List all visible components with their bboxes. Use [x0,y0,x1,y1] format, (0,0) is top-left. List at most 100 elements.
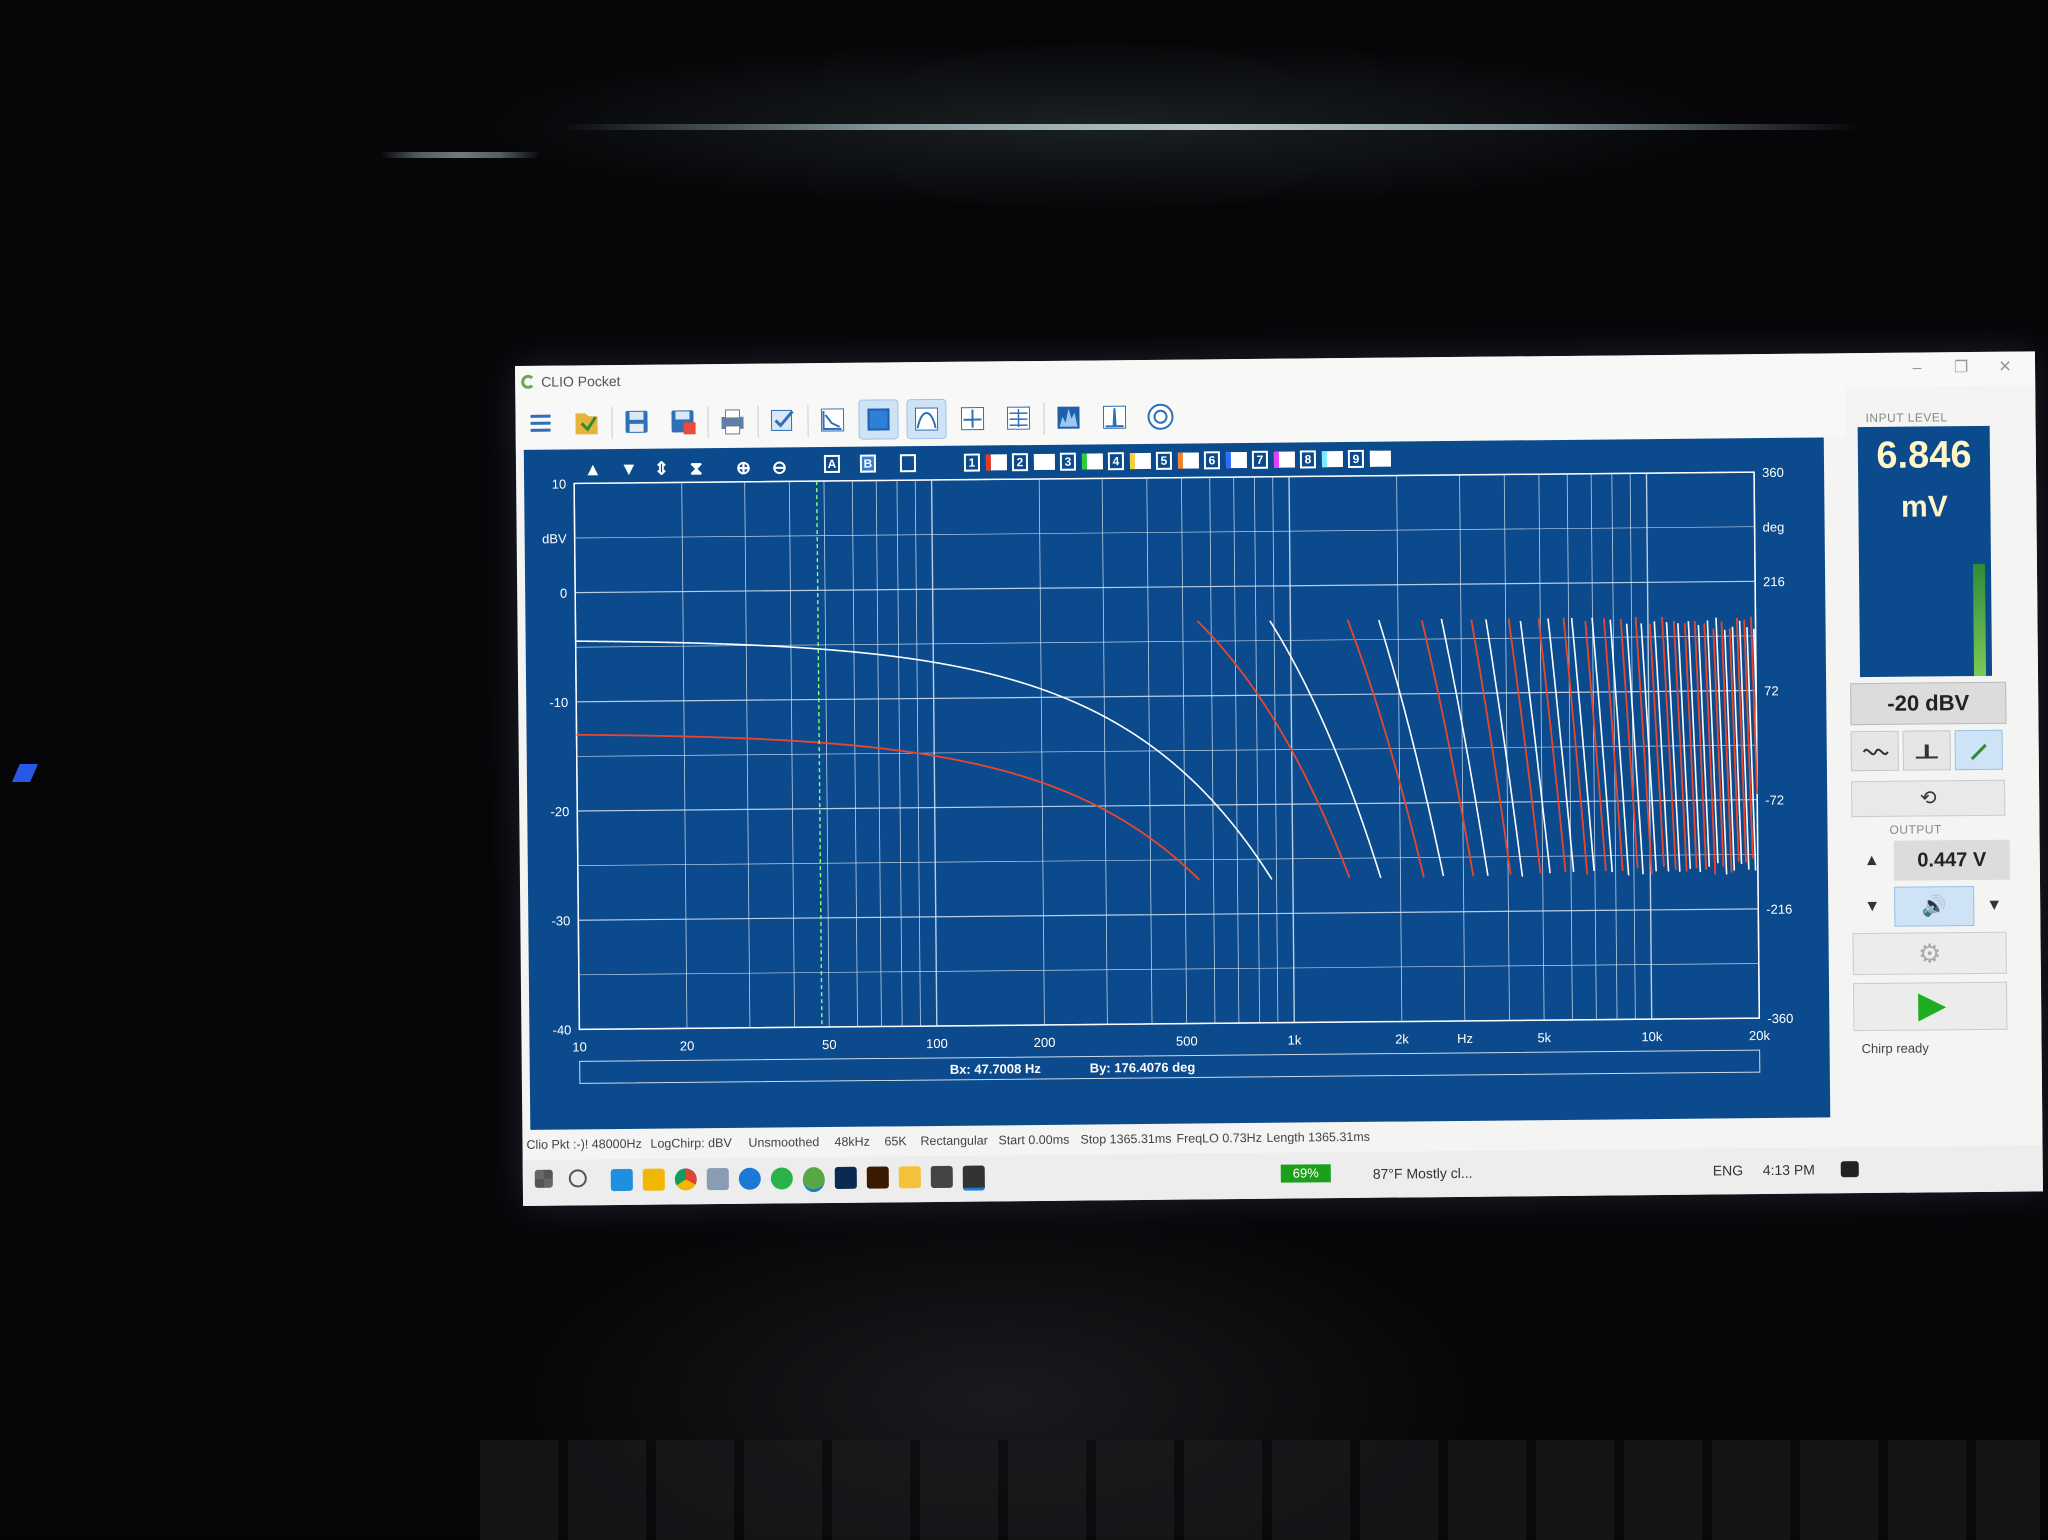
store-icon[interactable] [930,1165,953,1189]
status-start: Start 0.00ms [998,1132,1070,1148]
file-explorer-icon[interactable] [898,1166,921,1189]
chart-plot: 10 20 50 100 200 500 1k 2k 5k 10k 20kHz100-10-20-3… [542,465,1793,1084]
mic-mode-button[interactable] [1954,729,2003,771]
x-tick-label: 50 [822,1037,837,1052]
app-bird-icon[interactable] [706,1167,729,1191]
output-label: OUTPUT [1889,822,1942,837]
output-level-value: 0.447 V [1893,839,2010,881]
measurement-graph[interactable]: ▲ ▼ ⇕ ⧗ ⊕ ⊖ A B 123456789 10 20 50 100 200 50… [523,437,1831,1130]
window-title: CLIO Pocket [541,372,621,390]
x-tick-label: 2k [1395,1031,1409,1046]
speaker-output-button[interactable]: 🔊 [1894,886,1975,927]
search-icon[interactable] [568,1169,587,1188]
x-tick-label: 10 [572,1039,587,1054]
output-menu-button[interactable]: ▼ [1976,886,2012,926]
illustrator-icon[interactable] [866,1166,889,1189]
input-range-button[interactable]: -20 dBV [1850,681,2007,726]
x-tick-label: 10k [1641,1029,1663,1044]
weather-widget[interactable]: 87°F Mostly cl... [1373,1165,1473,1182]
open-file-icon[interactable] [567,403,605,441]
save-icon[interactable] [617,403,655,441]
play-button[interactable] [1852,981,2008,1032]
y2-tick-label: -360 [1767,1011,1793,1026]
y-axis-label: dBV [542,531,567,546]
close-button[interactable]: ✕ [1987,356,2023,380]
peak-icon[interactable] [1095,398,1133,436]
measurement-status: Chirp ready [1861,1040,1929,1057]
y2-tick-label: 360 [1762,465,1784,480]
app-dark-icon[interactable] [962,1165,985,1191]
fft-icon[interactable] [813,401,851,439]
maximize-button[interactable]: ❐ [1943,356,1979,380]
grid-line-y [575,580,1756,594]
input-level-bar [1972,563,1987,677]
spectrum-icon[interactable] [1049,399,1087,437]
status-samplerate: 48kHz [834,1134,870,1149]
grid-line-y [577,853,1758,866]
status-stop: Stop 1365.31ms [1080,1131,1172,1147]
control-panel: INPUT LEVEL 6.846 mV -20 dBV ⟲ OUTPUT ▲ … [1845,385,2043,1158]
notification-icon[interactable] [1840,1161,1859,1178]
y2-tick-label: 72 [1764,683,1779,698]
y-tick-label: -20 [550,804,569,819]
windows-start-icon[interactable] [534,1169,553,1188]
status-fftsize: 65K [884,1134,907,1149]
check-icon[interactable] [763,401,801,439]
minimize-button[interactable]: – [1899,356,1935,380]
status-window: Rectangular [920,1133,988,1149]
edge-icon[interactable] [738,1167,761,1190]
frequency-response-icon[interactable] [906,398,947,440]
input-level-unit: mV [1900,490,1948,524]
x-axis-label: Hz [1457,1031,1473,1046]
output-up-button[interactable]: ▲ [1854,841,1890,881]
x-tick-label: 200 [1034,1035,1056,1050]
cursor-by-readout: By: 176.4076 deg [1090,1060,1196,1076]
save-as-icon[interactable] [663,402,701,440]
laptop-keyboard [480,1440,2040,1540]
status-freqlo: FreqLO 0.73Hz [1176,1130,1262,1146]
x-tick-label: 20 [680,1038,695,1053]
status-stimulus: LogChirp: dBV [650,1135,732,1151]
battery-indicator[interactable]: 69% [1280,1164,1331,1183]
screen-reflection-small [380,152,540,158]
grid-line-y [574,526,1755,539]
status-smoothing: Unsmoothed [748,1135,820,1150]
input-level-label: INPUT LEVEL [1865,410,1948,426]
y2-axis-label: deg [1763,519,1785,534]
clio-logo-icon [521,374,536,389]
impulse-icon[interactable] [953,399,991,437]
chrome-icon[interactable] [674,1168,697,1191]
screen-reflection [560,124,1860,130]
settings-gear-button[interactable]: ⚙ [1852,931,2007,976]
clock[interactable]: 4:13 PM [1763,1162,1815,1178]
grid-line-y [578,908,1759,921]
clio-taskbar-icon[interactable] [802,1167,825,1193]
status-length: Length 1365.31ms [1266,1129,1371,1145]
output-down-button[interactable]: ▼ [1854,887,1890,927]
input-level-value: 6.846 [1876,434,1972,477]
photoshop-icon[interactable] [834,1166,857,1189]
status-device: Clio Pkt :-)! 48000Hz [526,1136,642,1152]
y2-tick-label: -216 [1766,902,1792,917]
print-icon[interactable] [713,402,751,440]
language-indicator[interactable]: ENG [1713,1162,1743,1178]
y2-tick-label: 216 [1763,574,1785,589]
impulse-mode-button[interactable] [1902,730,1951,771]
grid-line-y [576,744,1757,757]
play-icon [1918,993,1947,1022]
x-tick-label: 20k [1749,1028,1771,1043]
app-yellow-icon[interactable] [642,1168,665,1191]
app-l-icon[interactable] [610,1168,633,1192]
polar-icon[interactable] [1141,398,1179,436]
ac-coupling-button[interactable] [1850,730,1899,772]
sinusoidal-icon[interactable] [858,399,899,440]
loop-button[interactable]: ⟲ [1851,779,2006,818]
menu-icon[interactable] [521,404,559,442]
cursor-bx-readout: Bx: 47.7008 Hz [950,1061,1042,1077]
y2-tick-label: -72 [1765,792,1784,807]
x-tick-label: 100 [926,1036,948,1051]
y-tick-label: 0 [560,586,567,601]
y-tick-label: -10 [549,695,568,710]
waterfall-icon[interactable] [999,399,1037,437]
app-green-icon[interactable] [770,1167,793,1190]
